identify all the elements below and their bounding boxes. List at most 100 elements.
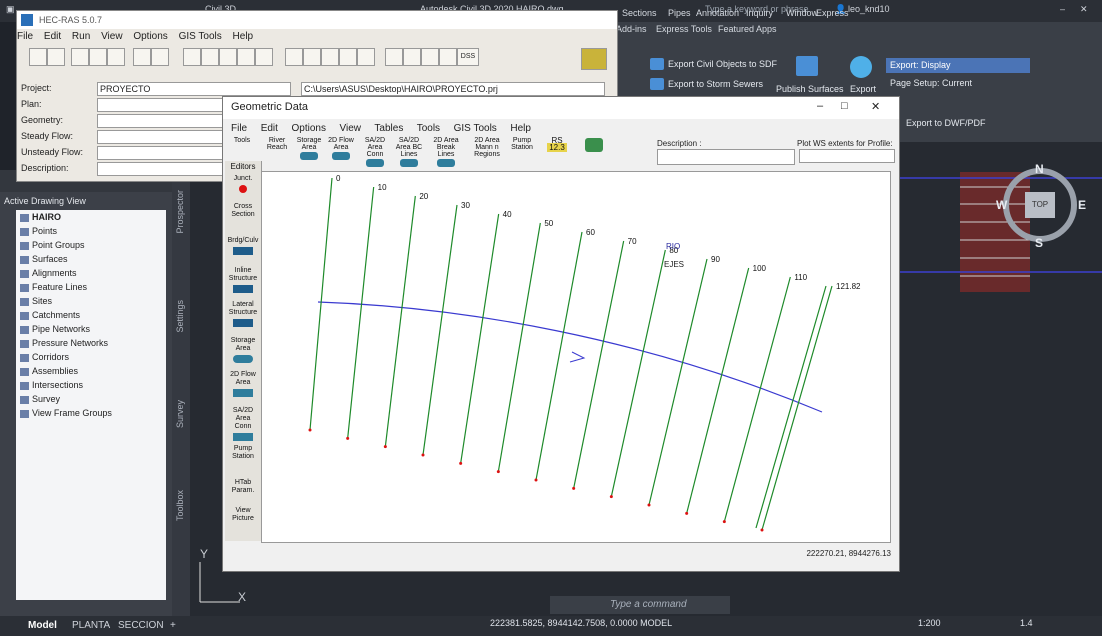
ribbon-tab-express[interactable]: Express <box>816 8 849 18</box>
page-setup-select[interactable]: Page Setup: Current <box>890 78 972 88</box>
minimize-button[interactable]: – <box>817 100 823 112</box>
ribbon-tab-express-tools[interactable]: Express Tools <box>656 24 712 34</box>
menu-view[interactable]: View <box>340 123 362 134</box>
grid-icon[interactable] <box>421 48 439 66</box>
ribbon-tab-addins[interactable]: Add-ins <box>616 24 647 34</box>
ribbon-tab-featured-apps[interactable]: Featured Apps <box>718 24 777 34</box>
summary-table-icon[interactable] <box>303 48 321 66</box>
tab-seccion[interactable]: SECCION <box>118 620 164 631</box>
description-field[interactable] <box>97 162 231 176</box>
geometry-field[interactable] <box>97 114 231 128</box>
steady-flow-icon[interactable] <box>89 48 107 66</box>
cross-section-plot-icon[interactable] <box>183 48 201 66</box>
rs-button[interactable]: RS 12.3 <box>543 137 571 169</box>
publish-surfaces-button[interactable]: Publish Surfaces <box>776 84 844 94</box>
2d-flow-area-editor-button[interactable]: 2D Flow Area <box>227 371 259 397</box>
ras-mapper-icon[interactable] <box>339 48 357 66</box>
close-icon[interactable]: ✕ <box>871 100 880 113</box>
2d-area-mann-regions-button[interactable]: 2D Area Mann n Regions <box>471 137 503 169</box>
river-reach-button[interactable]: River Reach <box>263 137 291 169</box>
menu-help[interactable]: Help <box>510 123 531 134</box>
tab-prospector[interactable]: Prospector <box>175 190 185 234</box>
menu-run[interactable]: Run <box>72 31 90 42</box>
menu-file[interactable]: File <box>17 31 33 42</box>
tree-item-point-groups[interactable]: Point Groups <box>20 240 85 254</box>
menu-options[interactable]: Options <box>291 123 325 134</box>
tree-item-pipe-networks[interactable]: Pipe Networks <box>20 324 90 338</box>
project-field[interactable]: PROYECTO <box>97 82 291 96</box>
output-table-icon[interactable] <box>285 48 303 66</box>
view-picture-button[interactable]: View Picture <box>227 507 259 523</box>
open-icon[interactable] <box>29 48 47 66</box>
geometry-canvas[interactable]: 0 10 20 30 40 50 60 70 80 90 100 110 121.82 RIO EJES <box>261 171 891 543</box>
run-steady-icon[interactable] <box>133 48 151 66</box>
table-icon[interactable] <box>403 48 421 66</box>
save-icon[interactable] <box>47 48 65 66</box>
tree-item-view-frame-groups[interactable]: View Frame Groups <box>20 408 112 422</box>
lateral-structure-editor-button[interactable]: Lateral Structure <box>227 301 259 327</box>
tree-item-corridors[interactable]: Corridors <box>20 352 69 366</box>
command-line[interactable]: Type a command <box>550 596 730 614</box>
menu-view[interactable]: View <box>101 31 123 42</box>
view-cube[interactable]: N S W E TOP <box>996 162 1090 252</box>
tree-item-pressure-networks[interactable]: Pressure Networks <box>20 338 108 352</box>
dss-button[interactable]: DSS <box>457 48 479 66</box>
compass-east[interactable]: E <box>1078 198 1086 212</box>
inline-structure-editor-button[interactable]: Inline Structure <box>227 267 259 293</box>
storage-area-button[interactable]: Storage Area <box>295 137 323 169</box>
project-path-field[interactable]: C:\Users\ASUS\Desktop\HAIRO\PROYECTO.prj <box>301 82 605 96</box>
notes-icon[interactable] <box>385 48 403 66</box>
sa-2d-conn-editor-button[interactable]: SA/2D Area Conn <box>227 407 259 441</box>
tree-item-alignments[interactable]: Alignments <box>20 268 77 282</box>
ribbon-tab-annotation[interactable]: Annotation <box>696 8 739 18</box>
unsteady-flow-icon[interactable] <box>107 48 125 66</box>
tree-item-sites[interactable]: Sites <box>20 296 52 310</box>
menu-options[interactable]: Options <box>133 31 167 42</box>
tree-item-assemblies[interactable]: Assemblies <box>20 366 78 380</box>
rating-curve-icon[interactable] <box>219 48 237 66</box>
gis-map-button[interactable] <box>583 137 605 169</box>
command-input[interactable]: Type a command <box>610 599 687 610</box>
junction-editor-button[interactable]: Junct. <box>227 175 259 193</box>
export-storm-sewers-button[interactable]: Export to Storm Sewers <box>668 79 763 89</box>
stage-flow-icon[interactable] <box>255 48 273 66</box>
export-button[interactable]: Export <box>850 84 876 94</box>
plot-ws-select[interactable] <box>799 149 895 163</box>
profile-plot-icon[interactable] <box>201 48 219 66</box>
add-layout-icon[interactable]: + <box>170 620 176 631</box>
menu-edit[interactable]: Edit <box>261 123 278 134</box>
minimize-button[interactable]: – <box>1060 4 1065 14</box>
menu-tools[interactable]: Tools <box>417 123 440 134</box>
cross-section-editor-button[interactable]: Cross Section <box>227 203 259 219</box>
compass-west[interactable]: W <box>996 198 1007 212</box>
menu-tables[interactable]: Tables <box>374 123 403 134</box>
tree-item-catchments[interactable]: Catchments <box>20 310 80 324</box>
storage-area-editor-button[interactable]: Storage Area <box>227 337 259 363</box>
tab-model[interactable]: Model <box>28 620 57 631</box>
compass-north[interactable]: N <box>1035 162 1044 176</box>
user-name[interactable]: leo_knd10 <box>848 4 890 14</box>
close-icon[interactable]: ✕ <box>1080 4 1088 15</box>
tree-item-surfaces[interactable]: Surfaces <box>20 254 68 268</box>
htab-param-button[interactable]: HTab Param. <box>227 479 259 495</box>
menu-gis-tools[interactable]: GIS Tools <box>179 31 222 42</box>
menu-file[interactable]: File <box>231 123 247 134</box>
tree-item-feature-lines[interactable]: Feature Lines <box>20 282 87 296</box>
menu-gis-tools[interactable]: GIS Tools <box>454 123 497 134</box>
gis-icon[interactable] <box>439 48 457 66</box>
active-drawing-view[interactable]: Active Drawing View <box>4 196 86 206</box>
cube-top-face[interactable]: TOP <box>1025 192 1055 218</box>
review-icon[interactable] <box>357 48 375 66</box>
ribbon-tab-sections[interactable]: Sections <box>622 8 657 18</box>
lineweight-value[interactable]: 1.4 <box>1020 618 1033 628</box>
tab-planta[interactable]: PLANTA <box>72 620 110 631</box>
bridge-culvert-editor-button[interactable]: Brdg/Culv <box>227 237 259 255</box>
compass-south[interactable]: S <box>1035 236 1043 250</box>
sa-2d-bc-lines-button[interactable]: SA/2D Area BC Lines <box>393 137 425 169</box>
export-dwf-pdf-button[interactable]: Export to DWF/PDF <box>906 118 986 128</box>
ribbon-tab-pipes[interactable]: Pipes <box>668 8 691 18</box>
xyz-plot-icon[interactable] <box>237 48 255 66</box>
maximize-button[interactable]: □ <box>841 100 848 112</box>
2d-area-break-lines-button[interactable]: 2D Area Break Lines <box>429 137 463 169</box>
pump-station-button[interactable]: Pump Station <box>509 137 535 169</box>
